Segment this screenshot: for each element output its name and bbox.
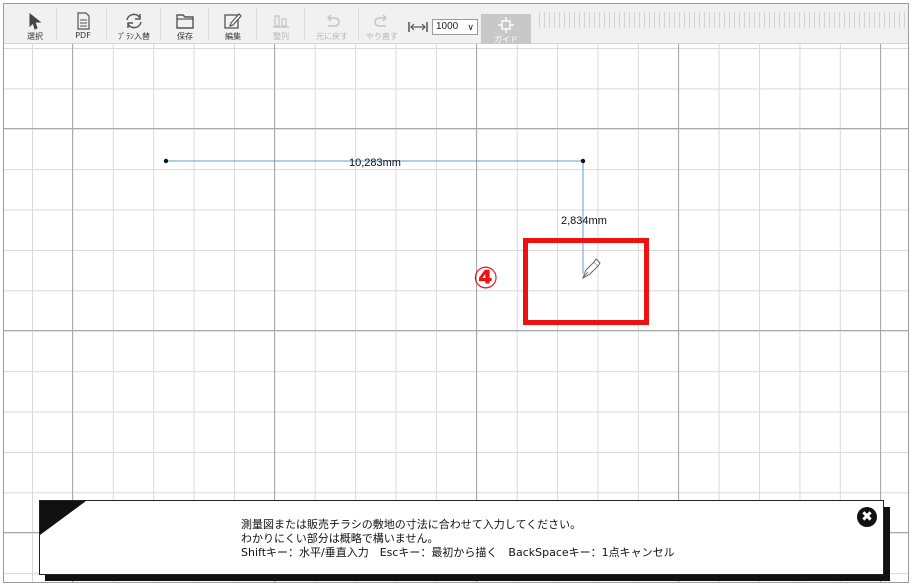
instruction-panel: 測量図または販売チラシの敷地の寸法に合わせて入力してください。 わかりにくい部分… xyxy=(39,500,884,575)
instruction-line-3: Shiftキー：水平/垂直入力 Escキー：最初から描く BackSpaceキー… xyxy=(241,546,675,559)
vertex-point xyxy=(163,158,169,164)
app-window: 選択 PDF ﾌﾟﾗﾝ入替 保存 編集 整列 元に戻す やり直す 1000 ∨ … xyxy=(3,3,909,583)
panel-corner-decoration xyxy=(40,501,86,535)
instruction-text: 測量図または販売チラシの敷地の寸法に合わせて入力してください。 わかりにくい部分… xyxy=(241,518,675,560)
horizontal-dimension-label: 10,283mm xyxy=(349,157,401,169)
vertical-dimension-label: 2,834mm xyxy=(561,215,607,227)
highlight-box xyxy=(523,238,649,325)
close-icon[interactable]: ✖ xyxy=(857,507,877,527)
vertex-point xyxy=(580,158,586,164)
drawn-lines xyxy=(163,158,586,274)
instruction-line-1: 測量図または販売チラシの敷地の寸法に合わせて入力してください。 xyxy=(241,518,582,531)
instruction-line-2: わかりにくい部分は概略で構いません。 xyxy=(241,532,439,545)
step-number-annotation: ④ xyxy=(473,261,499,296)
